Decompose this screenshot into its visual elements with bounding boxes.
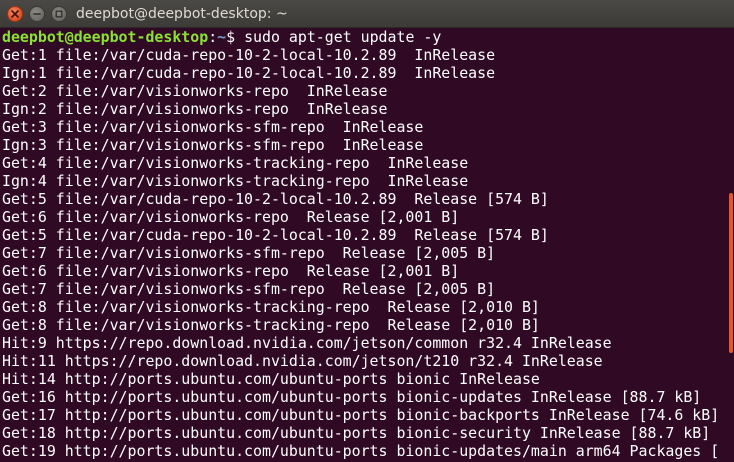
output-line: Get:19 http://ports.ubuntu.com/ubuntu-po… <box>2 442 720 460</box>
output-line: Ign:1 file:/var/cuda-repo-10-2-local-10.… <box>2 64 496 82</box>
output-line: Get:6 file:/var/visionworks-repo Release… <box>2 262 460 280</box>
terminal-output[interactable]: deepbot@deepbot-desktop:~$ sudo apt-get … <box>2 28 726 462</box>
output-line: Get:7 file:/var/visionworks-sfm-repo Rel… <box>2 244 496 262</box>
output-line: Get:5 file:/var/cuda-repo-10-2-local-10.… <box>2 190 549 208</box>
prompt-line: deepbot@deepbot-desktop:~$ sudo apt-get … <box>2 28 726 46</box>
terminal-window: deepbot@deepbot-desktop: ~ deepbot@deepb… <box>0 0 734 462</box>
close-button[interactable] <box>7 6 23 22</box>
output-line: Hit:14 http://ports.ubuntu.com/ubuntu-po… <box>2 370 540 388</box>
title-bar[interactable]: deepbot@deepbot-desktop: ~ <box>0 0 734 28</box>
maximize-icon <box>55 10 63 18</box>
minimize-button[interactable] <box>29 6 45 22</box>
output-line: Hit:11 https://repo.download.nvidia.com/… <box>2 352 603 370</box>
prompt-command: sudo apt-get update -y <box>244 28 442 46</box>
output-line: Get:7 file:/var/visionworks-sfm-repo Rel… <box>2 280 496 298</box>
close-icon <box>11 10 19 18</box>
window-title: deepbot@deepbot-desktop: ~ <box>76 6 288 22</box>
output-line: Get:2 file:/var/visionworks-repo InRelea… <box>2 82 388 100</box>
prompt-colon: : <box>208 28 218 46</box>
output-line: Get:6 file:/var/visionworks-repo Release… <box>2 208 460 226</box>
output-line: Get:8 file:/var/visionworks-tracking-rep… <box>2 316 540 334</box>
maximize-button[interactable] <box>51 6 67 22</box>
output-line: Get:16 http://ports.ubuntu.com/ubuntu-po… <box>2 388 702 406</box>
output-line: Get:17 http://ports.ubuntu.com/ubuntu-po… <box>2 406 720 424</box>
scrollbar-thumb[interactable] <box>729 193 733 353</box>
output-line: Ign:3 file:/var/visionworks-sfm-repo InR… <box>2 136 424 154</box>
output-line: Get:18 http://ports.ubuntu.com/ubuntu-po… <box>2 424 711 442</box>
output-line: Ign:4 file:/var/visionworks-tracking-rep… <box>2 172 469 190</box>
minimize-icon <box>33 13 41 15</box>
output-line: Get:8 file:/var/visionworks-tracking-rep… <box>2 298 540 316</box>
output-line: Hit:9 https://repo.download.nvidia.com/j… <box>2 334 612 352</box>
prompt-path: ~ <box>217 28 227 46</box>
prompt-user-host: deepbot@deepbot-desktop <box>2 28 209 46</box>
output-line: Get:5 file:/var/cuda-repo-10-2-local-10.… <box>2 226 549 244</box>
output-line: Get:1 file:/var/cuda-repo-10-2-local-10.… <box>2 46 496 64</box>
prompt-dollar: $ <box>226 28 245 46</box>
output-line: Ign:2 file:/var/visionworks-repo InRelea… <box>2 100 388 118</box>
output-line: Get:4 file:/var/visionworks-tracking-rep… <box>2 154 469 172</box>
output-line: Get:3 file:/var/visionworks-sfm-repo InR… <box>2 118 424 136</box>
